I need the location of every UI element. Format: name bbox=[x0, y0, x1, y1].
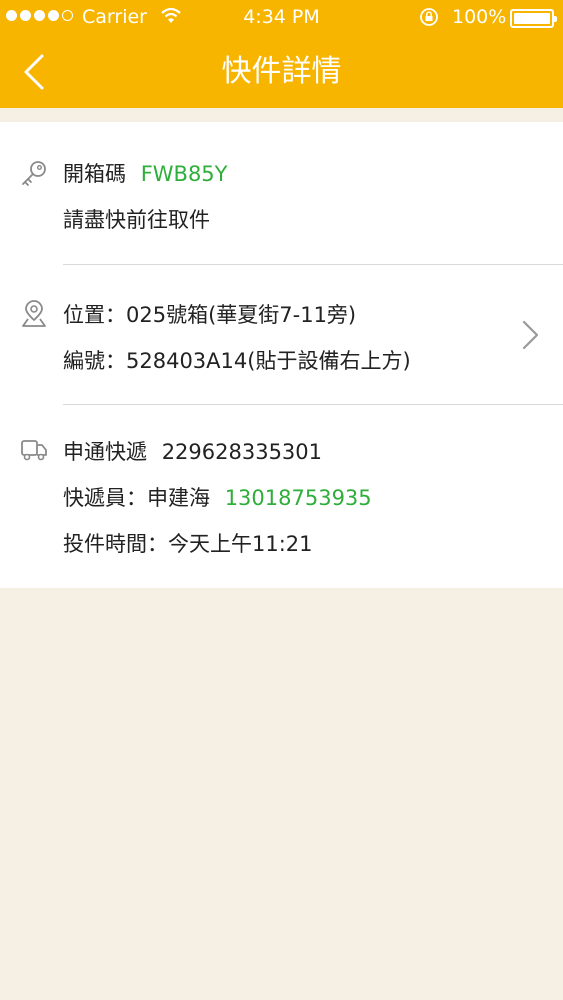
courier-company-row: 申通快遞 229628335301 bbox=[63, 436, 322, 466]
rotation-lock-icon bbox=[418, 6, 440, 33]
parcel-detail-card: 開箱碼 FWB85Y 請盡快前往取件 位置：025號箱(華夏街7-11旁) 編號… bbox=[0, 122, 563, 588]
courier-person-row: 快遞員：申建海 13018753935 bbox=[63, 482, 372, 512]
delivery-time-row: 投件時間：今天上午11:21 bbox=[63, 528, 313, 558]
pickup-code-label: 開箱碼 bbox=[63, 162, 126, 186]
position-row: 位置：025號箱(華夏街7-11旁) bbox=[63, 299, 356, 329]
pickup-code-row: 開箱碼 FWB85Y bbox=[63, 158, 228, 188]
courier-company: 申通快遞 bbox=[63, 440, 147, 464]
location-pin-icon bbox=[22, 300, 46, 327]
position-label: 位置： bbox=[63, 303, 126, 327]
pickup-note: 請盡快前往取件 bbox=[63, 208, 210, 232]
delivery-truck-icon bbox=[21, 440, 47, 461]
courier-label: 快遞員： bbox=[63, 486, 147, 510]
page-title: 快件詳情 bbox=[221, 54, 342, 89]
chevron-right-icon[interactable] bbox=[518, 319, 542, 351]
pickup-code-value: FWB85Y bbox=[140, 162, 228, 186]
pickup-code-section: 開箱碼 FWB85Y 請盡快前往取件 bbox=[0, 122, 563, 264]
courier-section[interactable]: 申通快遞 229628335301 快遞員：申建海 13018753935 投件… bbox=[0, 404, 563, 588]
delivery-time-label: 投件時間： bbox=[63, 532, 168, 556]
tracking-number: 229628335301 bbox=[161, 440, 323, 464]
key-icon bbox=[22, 161, 46, 186]
locker-number-row: 編號：528403A14(貼于設備右上方) bbox=[63, 345, 411, 375]
position-value: 025號箱(華夏街7-11旁) bbox=[126, 303, 357, 327]
locker-number-label: 編號： bbox=[63, 349, 126, 373]
battery-icon bbox=[510, 9, 557, 28]
courier-phone-link[interactable]: 13018753935 bbox=[225, 486, 372, 510]
location-section: 位置：025號箱(華夏街7-11旁) 編號：528403A14(貼于設備右上方) bbox=[0, 264, 563, 404]
locker-number-value: 528403A14(貼于設備右上方) bbox=[126, 349, 411, 373]
battery-percentage: 100% bbox=[452, 6, 507, 28]
status-bar: Carrier 4:34 PM 100% bbox=[0, 0, 563, 36]
delivery-time-value: 今天上午11:21 bbox=[168, 532, 313, 556]
navigation-bar: 快件詳情 bbox=[0, 36, 563, 108]
courier-name: 申建海 bbox=[147, 486, 210, 510]
